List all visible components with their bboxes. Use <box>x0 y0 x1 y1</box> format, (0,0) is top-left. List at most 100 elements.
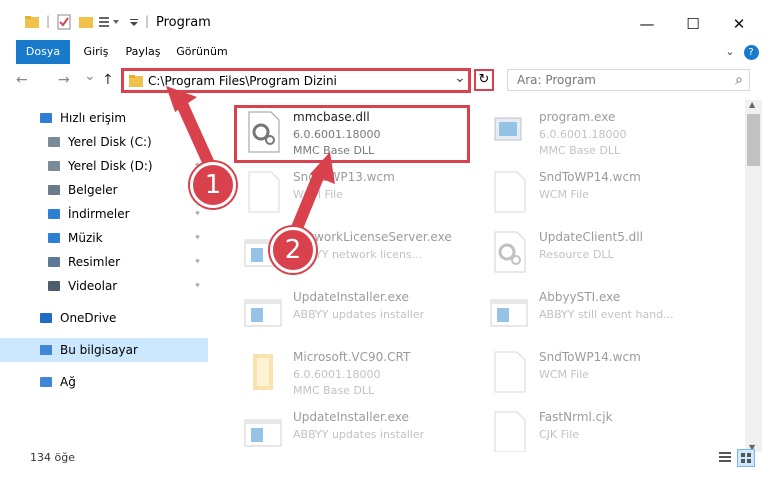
app-window-icon <box>243 410 283 452</box>
app-window-icon <box>243 290 283 334</box>
file-item[interactable]: UpdateInstaller.exe ABBYY updates install… <box>235 404 480 452</box>
sidebar-item[interactable]: Hızlı erişim <box>0 106 208 130</box>
pin-icon: ⌖ <box>195 281 201 291</box>
customize-toolbar-icon[interactable] <box>98 14 124 34</box>
computer-icon <box>38 342 54 358</box>
sidebar-item[interactable]: Bu bilgisayar <box>0 338 208 362</box>
tab-home[interactable]: Giriş <box>78 40 114 64</box>
up-icon[interactable]: ↑ <box>102 72 114 88</box>
vertical-scrollbar[interactable]: ▲ ▼ <box>745 100 762 452</box>
sidebar-item[interactable]: Müzik ⌖ <box>0 226 208 250</box>
large-icons-view-icon[interactable] <box>737 449 755 467</box>
navigation-pane: Hızlı erişim Yerel Disk (C:) ⌖ Yerel Disk (… <box>0 100 208 460</box>
file-description: MMC Base DLL <box>293 384 375 397</box>
sidebar-item-label: Bu bilgisayar <box>60 343 138 357</box>
tab-share[interactable]: Paylaş <box>122 40 164 64</box>
close-icon: ✕ <box>732 15 746 33</box>
sidebar-item[interactable]: Belgeler⌖ <box>0 178 208 202</box>
close-button[interactable]: ✕ <box>716 8 762 40</box>
blank-file-icon <box>489 410 529 452</box>
network-icon <box>38 374 54 390</box>
file-detail: WCM File <box>293 188 343 201</box>
sidebar-item-label: İndirmeler <box>68 207 130 221</box>
file-name: SndToWP14.wcm <box>539 170 641 184</box>
maximize-button[interactable]: ☐ <box>670 8 716 40</box>
file-detail: 6.0.6001.18000 <box>293 368 381 381</box>
file-name: UpdateClient5.dll <box>539 230 643 244</box>
folder-icon <box>24 14 40 34</box>
scroll-up-icon[interactable]: ▲ <box>749 100 755 109</box>
pictures-icon <box>46 254 62 270</box>
sidebar-item[interactable]: Yerel Disk (C:) ⌖ <box>0 130 208 154</box>
sidebar-item-label: Videolar <box>68 279 118 293</box>
sidebar-item-label: Müzik <box>68 231 103 245</box>
step-badge-1: 1 <box>190 162 236 208</box>
file-item[interactable]: SndToWP14.wcm WCM File <box>481 344 726 400</box>
search-input[interactable]: Ara: Program ⌕ <box>507 69 750 91</box>
star-icon <box>38 110 54 126</box>
documents-icon <box>46 182 62 198</box>
details-view-icon[interactable] <box>717 449 733 468</box>
ribbon: Dosya Giriş Paylaş Görünüm ⌄ ? <box>0 40 769 96</box>
sidebar-item-label: Hızlı erişim <box>60 111 127 125</box>
help-icon[interactable]: ? <box>742 40 760 64</box>
file-item[interactable]: FastNrml.cjk CJK File <box>481 404 726 452</box>
pin-icon: ⌖ <box>195 257 201 267</box>
minimize-button[interactable]: — <box>624 8 670 40</box>
file-item[interactable]: SndToWP13.wcm WCM File <box>235 164 480 220</box>
file-item[interactable]: program.exe 6.0.6001.18000 MMC Base DLL <box>481 104 726 160</box>
step-badge-2: 2 <box>270 227 316 273</box>
file-item[interactable]: UpdateInstaller.exe ABBYY updates install… <box>235 284 480 340</box>
sidebar-item-label: Yerel Disk (C:) <box>68 135 152 149</box>
file-item[interactable]: SndToWP14.wcm WCM File <box>481 164 726 220</box>
file-detail: WCM File <box>539 368 589 381</box>
file-item[interactable]: AbbyySTI.exe ABBYY still event hand... <box>481 284 726 340</box>
file-description: MMC Base DLL <box>539 144 621 157</box>
folder-icon <box>128 73 144 92</box>
scrollbar-thumb[interactable] <box>747 114 760 166</box>
sidebar-item[interactable]: Resimler ⌖ <box>0 250 208 274</box>
file-item[interactable]: Microsoft.VC90.CRT 6.0.6001.18000 MMC Base… <box>235 344 480 400</box>
file-name: FastNrml.cjk <box>539 410 613 424</box>
forward-icon[interactable]: → <box>58 72 70 88</box>
item-count: 134 öğe <box>30 451 75 464</box>
search-placeholder: Ara: Program <box>517 73 596 87</box>
sidebar-item-label: Belgeler <box>68 183 118 197</box>
back-icon[interactable]: ← <box>16 72 28 88</box>
file-detail: ABBYY updates installer <box>293 308 425 321</box>
tab-view[interactable]: Görünüm <box>174 40 230 64</box>
file-name: Microsoft.VC90.CRT <box>293 350 411 364</box>
file-detail: 6.0.6001.18000 <box>539 128 627 141</box>
pin-icon: ⌖ <box>195 209 201 219</box>
blank-file-icon <box>243 170 283 214</box>
file-name: AbbyySTI.exe <box>539 290 621 304</box>
file-detail: CJK File <box>539 428 580 441</box>
folder-icon <box>243 350 283 394</box>
file-item[interactable]: UpdateClient5.dll Resource DLL <box>481 224 726 280</box>
dropdown-arrow-icon[interactable] <box>128 14 140 34</box>
sidebar-item[interactable]: İndirmeler ⌖ <box>0 202 208 226</box>
sidebar-item[interactable]: Ağ <box>0 370 208 394</box>
address-dropdown-icon[interactable]: ⌄ <box>454 70 466 86</box>
pin-icon: ⌖ <box>195 233 201 243</box>
download-icon <box>46 206 62 222</box>
expand-ribbon-icon[interactable]: ⌄ <box>722 40 738 64</box>
sidebar-item[interactable]: Videolar ⌖ <box>0 274 208 298</box>
drive-icon <box>46 158 62 174</box>
file-detail: ABBYY still event hand... <box>539 308 674 321</box>
search-icon: ⌕ <box>735 72 743 88</box>
sidebar-item[interactable]: OneDrive <box>0 306 208 330</box>
file-name: program.exe <box>539 110 616 124</box>
file-name: SndToWP13.wcm <box>293 170 395 184</box>
refresh-button[interactable]: ↻ <box>474 69 494 91</box>
sidebar-item-label: Resimler <box>68 255 121 269</box>
file-name: SndToWP14.wcm <box>539 350 641 364</box>
file-detail: WCM File <box>539 188 589 201</box>
address-path: C:\Program Files\Program Dizini <box>148 74 337 88</box>
blank-file-icon <box>489 170 529 214</box>
sidebar-item[interactable]: Yerel Disk (D:) ⌖ <box>0 154 208 178</box>
new-folder-icon[interactable] <box>78 14 94 34</box>
address-bar[interactable]: C:\Program Files\Program Dizini ⌄ <box>121 68 471 93</box>
recent-locations-icon[interactable]: ⌄ <box>84 68 96 84</box>
properties-icon[interactable] <box>56 14 72 34</box>
